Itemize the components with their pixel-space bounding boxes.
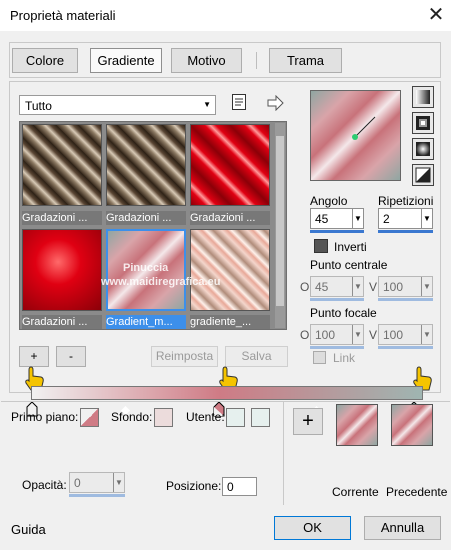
focal-v-label: V: [369, 328, 378, 342]
center-o-spinbox[interactable]: 45 ▼: [310, 276, 364, 297]
center-v-value: 100: [383, 280, 404, 294]
cancel-button[interactable]: Annulla: [364, 516, 441, 540]
foreground-label: Primo piano:: [11, 410, 79, 424]
link-checkbox[interactable]: [313, 351, 326, 364]
chevron-down-icon[interactable]: ▼: [421, 325, 432, 344]
position-value: 0: [227, 480, 234, 494]
previous-label: Precedente: [386, 485, 448, 499]
panel-divider: [283, 402, 284, 505]
tab-gradiente[interactable]: Gradiente: [90, 48, 162, 73]
repeats-slider[interactable]: [378, 230, 433, 233]
position-label: Posizione:: [166, 479, 222, 493]
focal-v-spinbox[interactable]: 100 ▼: [378, 324, 433, 345]
gradient-editor-bar[interactable]: [31, 386, 423, 400]
tab-motivo[interactable]: Motivo: [171, 48, 242, 73]
opacity-spinbox[interactable]: 0 ▼: [69, 472, 125, 493]
ok-button[interactable]: OK: [274, 516, 351, 540]
center-v-spinbox[interactable]: 100 ▼: [378, 276, 433, 297]
chevron-down-icon[interactable]: ▼: [421, 277, 432, 296]
background-swatch[interactable]: [154, 408, 173, 427]
watermark-url: www.maidiregrafica.eu: [101, 276, 221, 288]
help-link[interactable]: Guida: [11, 522, 46, 537]
chevron-down-icon: ▼: [203, 100, 211, 109]
angle-spinbox[interactable]: 45 ▼: [310, 208, 364, 229]
focal-o-slider[interactable]: [310, 346, 364, 349]
invert-label: Inverti: [334, 240, 367, 254]
watermark-name: Pinuccia: [123, 262, 169, 274]
reset-button[interactable]: Reimposta: [151, 346, 218, 367]
gradient-label-selected: Gradient_m...: [106, 315, 186, 329]
center-point-label: Punto centrale: [310, 258, 388, 272]
tab-trama[interactable]: Trama: [269, 48, 342, 73]
center-o-label: O: [300, 280, 310, 294]
invert-checkbox[interactable]: [314, 239, 328, 253]
current-swatch[interactable]: [336, 404, 378, 446]
close-icon[interactable]: ✕: [426, 4, 446, 26]
opacity-slider[interactable]: [69, 494, 125, 497]
remove-gradient-button[interactable]: -: [56, 346, 86, 367]
add-gradient-button[interactable]: +: [19, 346, 49, 367]
linear-style-icon[interactable]: [412, 86, 434, 108]
center-v-slider[interactable]: [378, 298, 433, 301]
chevron-down-icon[interactable]: ▼: [352, 277, 363, 296]
scrollbar-thumb[interactable]: [276, 136, 284, 306]
gradient-label: Gradazioni ...: [190, 211, 270, 225]
chevron-down-icon[interactable]: ▼: [421, 209, 432, 228]
category-dropdown[interactable]: Tutto ▼: [19, 95, 216, 115]
chevron-down-icon[interactable]: ▼: [352, 209, 363, 228]
repeats-value: 2: [383, 212, 390, 226]
link-label: Link: [333, 351, 356, 365]
position-input[interactable]: 0: [222, 477, 257, 496]
focal-o-spinbox[interactable]: 100 ▼: [310, 324, 364, 345]
current-label: Corrente: [332, 485, 379, 499]
gradient-thumb[interactable]: [22, 124, 102, 206]
previous-swatch[interactable]: [391, 404, 433, 446]
chevron-down-icon[interactable]: ▼: [113, 473, 124, 492]
focal-v-value: 100: [383, 328, 404, 342]
center-o-slider[interactable]: [310, 298, 364, 301]
focal-o-label: O: [300, 328, 310, 342]
user-swatch-2[interactable]: [251, 408, 270, 427]
background-label: Sfondo:: [111, 410, 153, 424]
user-swatch[interactable]: [226, 408, 245, 427]
opacity-label: Opacità:: [22, 478, 67, 492]
tab-separator: [256, 52, 257, 69]
gradient-thumb[interactable]: [106, 124, 186, 206]
repeats-spinbox[interactable]: 2 ▼: [378, 208, 433, 229]
gradient-thumb[interactable]: [190, 229, 270, 311]
add-stop-button[interactable]: +: [293, 408, 323, 435]
gradient-label: Gradazioni ...: [22, 211, 102, 225]
center-v-label: V: [369, 280, 378, 294]
gradient-label: Gradazioni ...: [106, 211, 186, 225]
angle-value: 45: [315, 212, 329, 226]
save-button[interactable]: Salva: [225, 346, 288, 367]
chevron-down-icon[interactable]: ▼: [352, 325, 363, 344]
focal-v-slider[interactable]: [378, 346, 433, 349]
focal-point-label: Punto focale: [310, 306, 377, 320]
focal-o-value: 100: [315, 328, 336, 342]
repeats-label: Ripetizioni: [378, 194, 434, 208]
gradient-thumb[interactable]: [22, 229, 102, 311]
angle-label: Angolo: [310, 194, 348, 208]
window-title: Proprietà materiali: [10, 8, 116, 23]
gradient-thumb[interactable]: [190, 124, 270, 206]
rectangular-style-icon[interactable]: [412, 112, 434, 134]
tab-colore[interactable]: Colore: [12, 48, 78, 73]
browse-folder-icon[interactable]: [231, 93, 248, 112]
arrow-right-icon[interactable]: [267, 94, 285, 112]
gradient-label: Gradazioni ...: [22, 315, 102, 329]
gradient-label: gradiente_...: [190, 315, 270, 329]
sunburst-style-icon[interactable]: [412, 138, 434, 160]
gradient-preview[interactable]: [310, 90, 401, 181]
angle-slider[interactable]: [310, 230, 364, 233]
user-label: Utente:: [186, 410, 225, 424]
opacity-value: 0: [74, 476, 81, 490]
foreground-swatch[interactable]: [80, 408, 99, 427]
radial-style-icon[interactable]: [412, 164, 434, 186]
center-o-value: 45: [315, 280, 329, 294]
category-value: Tutto: [25, 99, 52, 113]
